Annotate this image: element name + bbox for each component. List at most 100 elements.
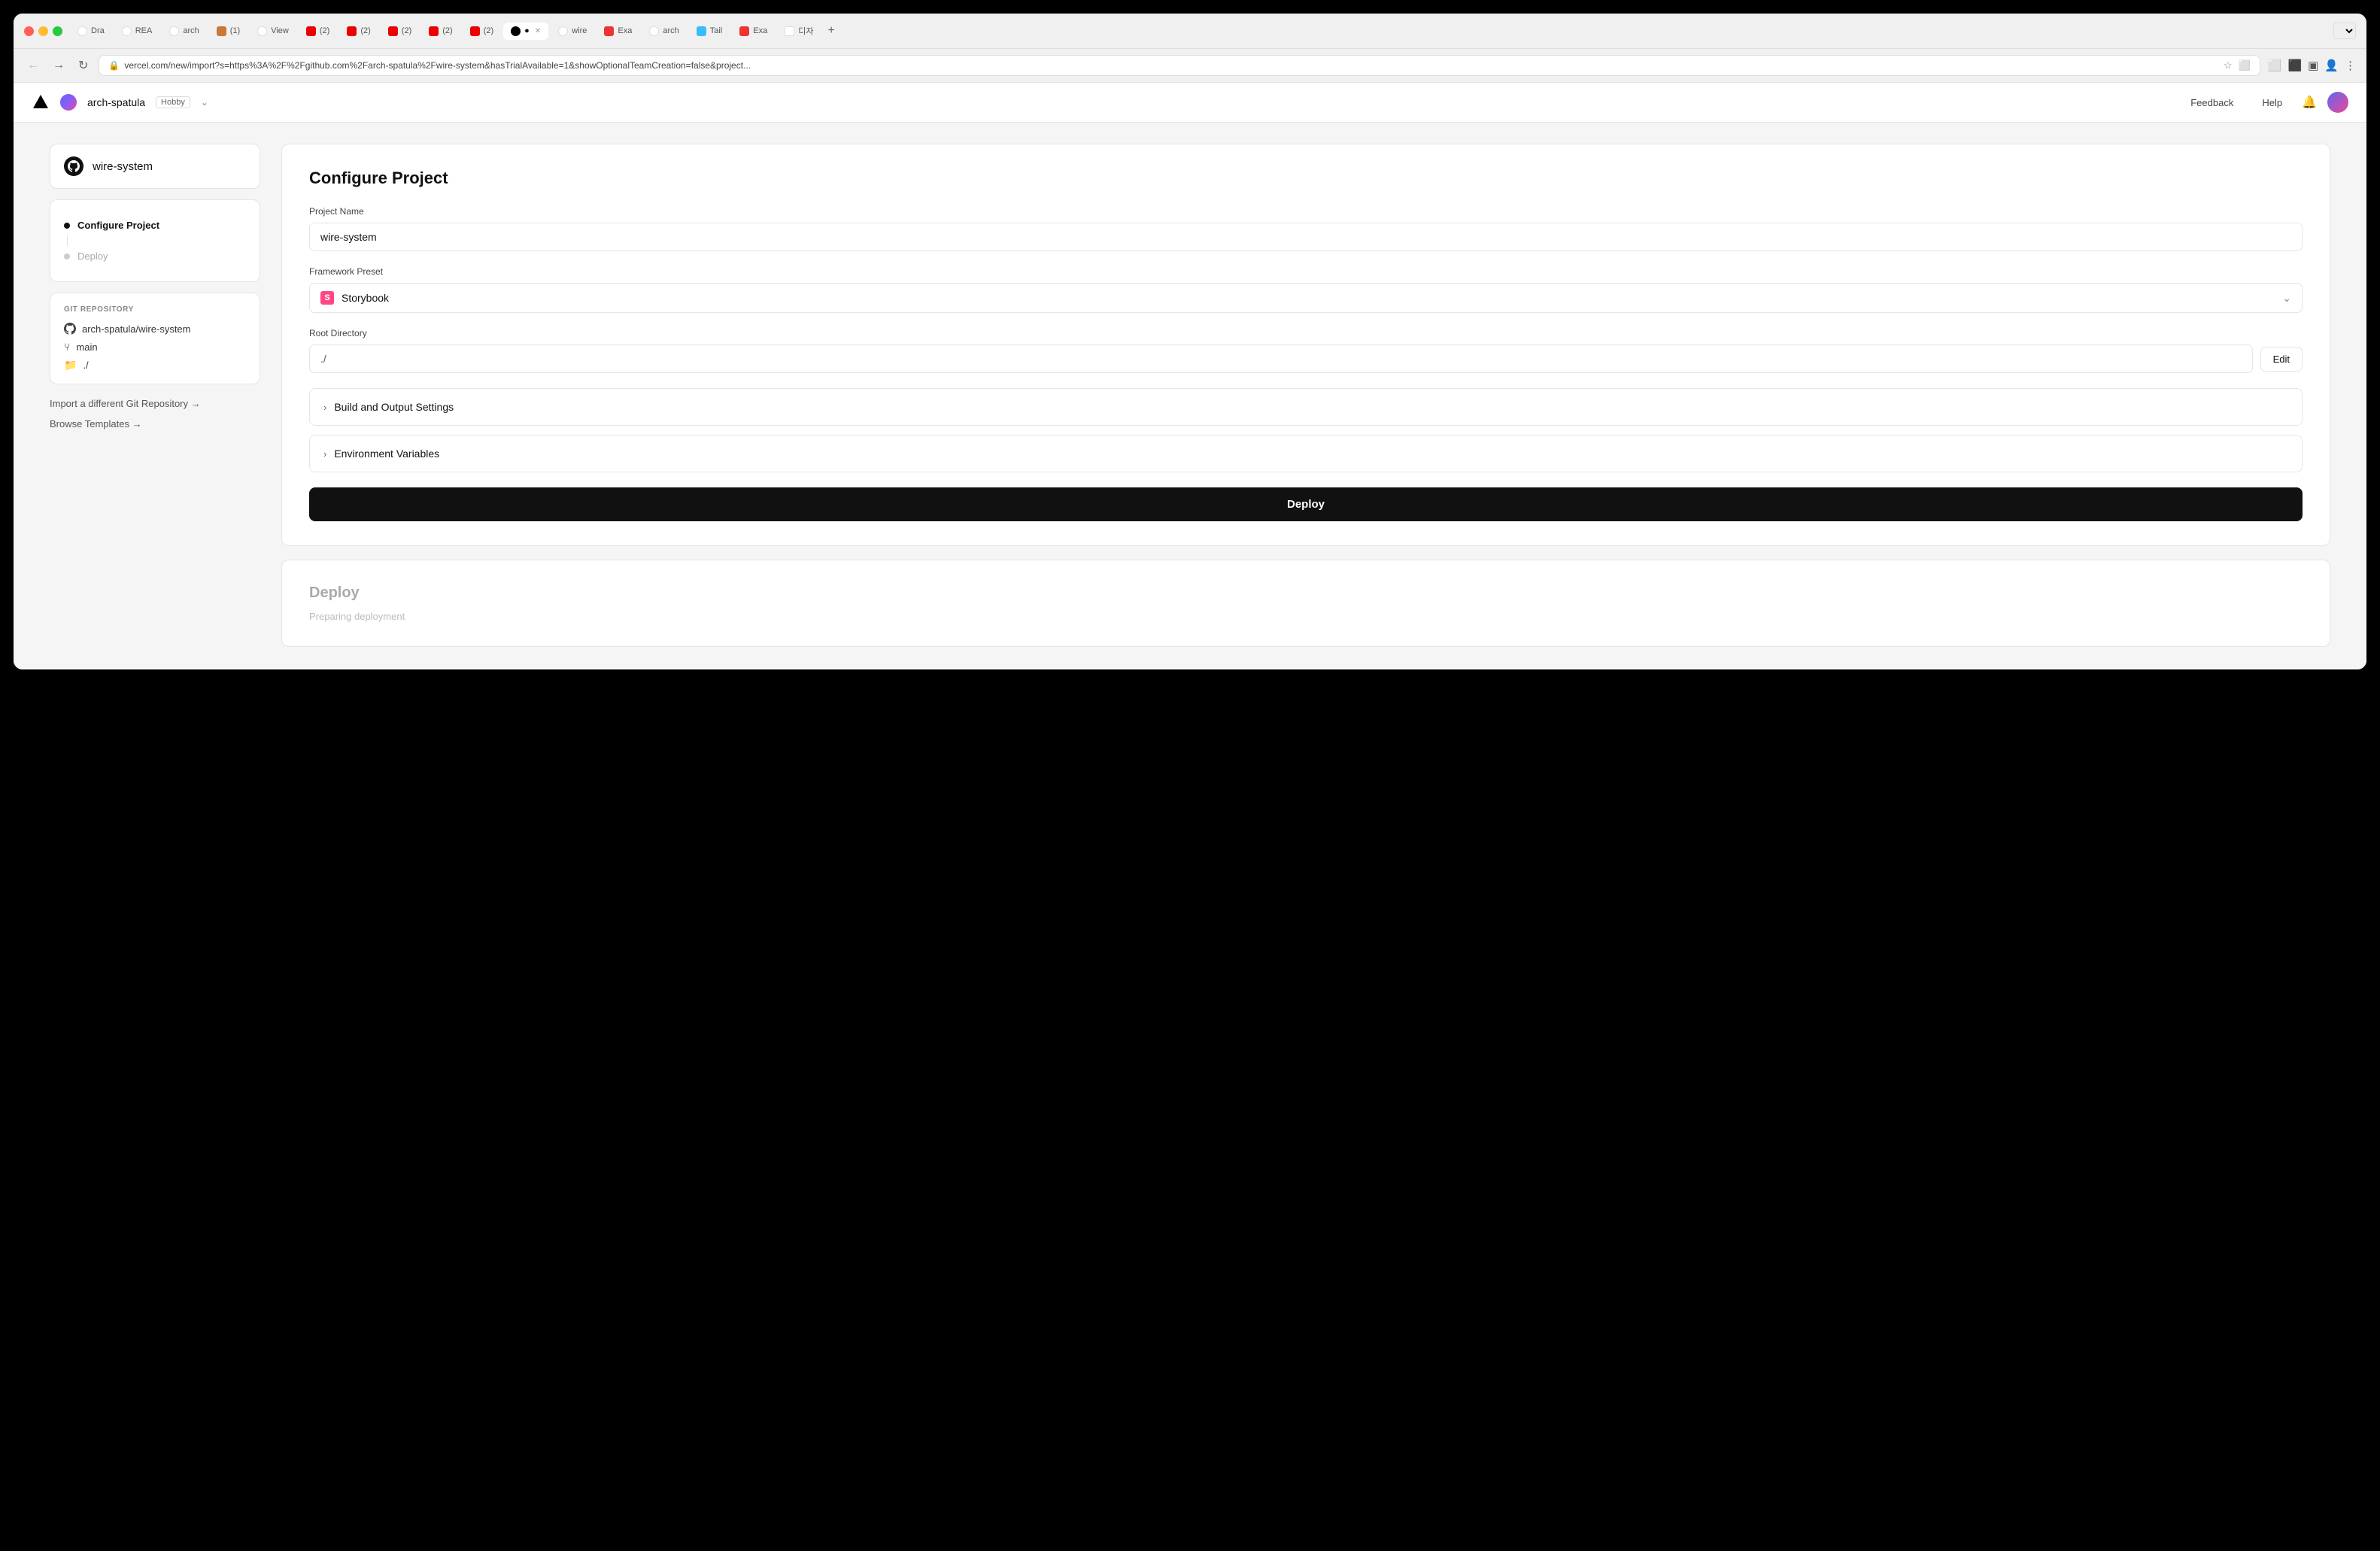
browser-tab[interactable]: arch (642, 23, 686, 40)
preparing-deployment-text: Preparing deployment (309, 611, 2303, 622)
env-variables-toggle[interactable]: › Environment Variables (310, 436, 2302, 472)
git-dir: ./ (83, 360, 88, 371)
feedback-button[interactable]: Feedback (2181, 93, 2242, 113)
git-repo-link: arch-spatula/wire-system (82, 323, 191, 335)
browser-tab[interactable]: Exa (597, 23, 639, 40)
browser-tab[interactable]: REA (114, 23, 160, 40)
browse-templates-link[interactable]: Browse Templates → (50, 415, 260, 433)
git-repo-row: arch-spatula/wire-system (64, 323, 246, 335)
bookmark-icon[interactable]: ☆ (2224, 59, 2233, 71)
git-branch: main (76, 341, 97, 353)
browser-tab[interactable]: View (250, 23, 296, 40)
tab-close-icon[interactable]: ✕ (535, 27, 541, 35)
refresh-button[interactable]: ↻ (75, 56, 91, 74)
browser-tab[interactable]: (2) (421, 23, 460, 40)
new-tab-button[interactable]: + (823, 23, 839, 39)
storybook-icon: S (320, 291, 334, 305)
step-deploy: Deploy (64, 246, 246, 266)
project-name-input[interactable] (309, 223, 2303, 251)
git-section-label: GIT REPOSITORY (64, 305, 246, 314)
project-name-group: Project Name (309, 206, 2303, 251)
root-directory-group: Root Directory Edit (309, 328, 2303, 373)
close-button[interactable] (24, 26, 34, 36)
browser-tab[interactable]: arch (162, 23, 206, 40)
build-output-settings-label: Build and Output Settings (334, 401, 454, 413)
extensions-icon[interactable]: ⬜ (2239, 59, 2251, 71)
env-variables-label: Environment Variables (334, 448, 439, 460)
sidebar: wire-system Configure Project Deploy (50, 144, 260, 647)
browser-tab-active[interactable]: ● ✕ (503, 23, 548, 40)
root-dir-label: Root Directory (309, 328, 2303, 338)
browser-tab[interactable]: (2) (339, 23, 378, 40)
notifications-icon[interactable]: 🔔 (2302, 95, 2317, 110)
app-content: arch-spatula Hobby ⌄ Feedback Help 🔔 (14, 83, 2366, 669)
vercel-logo (32, 93, 50, 111)
browser-tab[interactable]: Tail (689, 23, 730, 40)
framework-preset-label: Framework Preset (309, 266, 2303, 277)
address-bar[interactable]: 🔒 vercel.com/new/import?s=https%3A%2F%2F… (99, 55, 2260, 76)
user-avatar[interactable] (2327, 92, 2348, 113)
help-button[interactable]: Help (2253, 93, 2291, 113)
chevron-right-icon: › (323, 402, 326, 413)
browser-tab[interactable]: 디자 (777, 21, 821, 41)
step-dot-configure (64, 223, 70, 229)
step-label-configure: Configure Project (77, 220, 159, 231)
team-chevron-icon[interactable]: ⌄ (201, 97, 208, 108)
framework-preset-group: Framework Preset S Storybook ⌄ (309, 266, 2303, 313)
step-divider (67, 235, 68, 246)
browser-tab[interactable]: (1) (209, 23, 247, 40)
team-plan-badge[interactable]: Hobby (156, 96, 190, 108)
browser-addressbar: ← → ↻ 🔒 vercel.com/new/import?s=https%3A… (14, 49, 2366, 83)
browser-tab[interactable]: wire (551, 23, 594, 40)
url-display: vercel.com/new/import?s=https%3A%2F%2Fgi… (124, 60, 751, 71)
split-view-icon[interactable]: ▣ (2308, 59, 2318, 72)
team-avatar (60, 94, 77, 111)
app-header: arch-spatula Hobby ⌄ Feedback Help 🔔 (14, 83, 2366, 123)
git-dir-row: 📁 ./ (64, 359, 246, 372)
main-layout: wire-system Configure Project Deploy (14, 123, 2366, 668)
edit-root-dir-button[interactable]: Edit (2260, 347, 2303, 372)
step-dot-deploy (64, 253, 70, 260)
team-name: arch-spatula (87, 96, 145, 108)
env-variables-section: › Environment Variables (309, 435, 2303, 472)
github-small-icon (64, 323, 76, 335)
git-info-panel: GIT REPOSITORY arch-spatula/wire-system … (50, 293, 260, 384)
maximize-button[interactable] (53, 26, 62, 36)
git-branch-row: ⑂ main (64, 341, 246, 353)
import-different-repo-link[interactable]: Import a different Git Repository → (50, 395, 260, 412)
browser-tab[interactable]: Exa (732, 23, 775, 40)
deploy-card-title: Deploy (309, 584, 2303, 602)
forward-button[interactable]: → (50, 57, 68, 74)
configure-project-title: Configure Project (309, 168, 2303, 188)
framework-value: Storybook (342, 292, 389, 304)
browser-tab[interactable]: (2) (463, 23, 501, 40)
back-button[interactable]: ← (24, 57, 42, 74)
deploy-card: Deploy Preparing deployment (281, 560, 2330, 647)
steps-panel: Configure Project Deploy (50, 199, 260, 282)
profile-icon[interactable]: 👤 (2324, 59, 2339, 72)
browser-tab[interactable]: (2) (299, 23, 337, 40)
screenshot-icon[interactable]: ⬜ (2268, 59, 2282, 72)
repo-name: wire-system (93, 160, 153, 173)
sidebar-toggle-icon[interactable]: ⬛ (2287, 59, 2302, 72)
deploy-button[interactable]: Deploy (309, 487, 2303, 521)
root-dir-input[interactable] (309, 344, 2253, 373)
build-output-settings-toggle[interactable]: › Build and Output Settings (310, 389, 2302, 425)
browser-tab[interactable]: (2) (381, 23, 419, 40)
minimize-button[interactable] (38, 26, 48, 36)
tab-dropdown[interactable] (2333, 23, 2356, 39)
root-dir-row: Edit (309, 344, 2303, 373)
browser-titlebar: Dra REA arch (1) View (2) (14, 14, 2366, 49)
step-label-deploy: Deploy (77, 250, 108, 262)
menu-icon[interactable]: ⋮ (2345, 59, 2356, 72)
traffic-lights (24, 26, 62, 36)
chevron-right-icon-env: › (323, 448, 326, 460)
sidebar-links: Import a different Git Repository → Brow… (50, 395, 260, 433)
browser-window: Dra REA arch (1) View (2) (14, 14, 2366, 669)
framework-select[interactable]: S Storybook ⌄ (309, 283, 2303, 313)
step-configure: Configure Project (64, 215, 246, 235)
folder-icon: 📁 (64, 359, 77, 372)
browser-tab[interactable]: Dra (70, 23, 112, 40)
configure-project-card: Configure Project Project Name Framework… (281, 144, 2330, 546)
main-panel: Configure Project Project Name Framework… (281, 144, 2330, 647)
